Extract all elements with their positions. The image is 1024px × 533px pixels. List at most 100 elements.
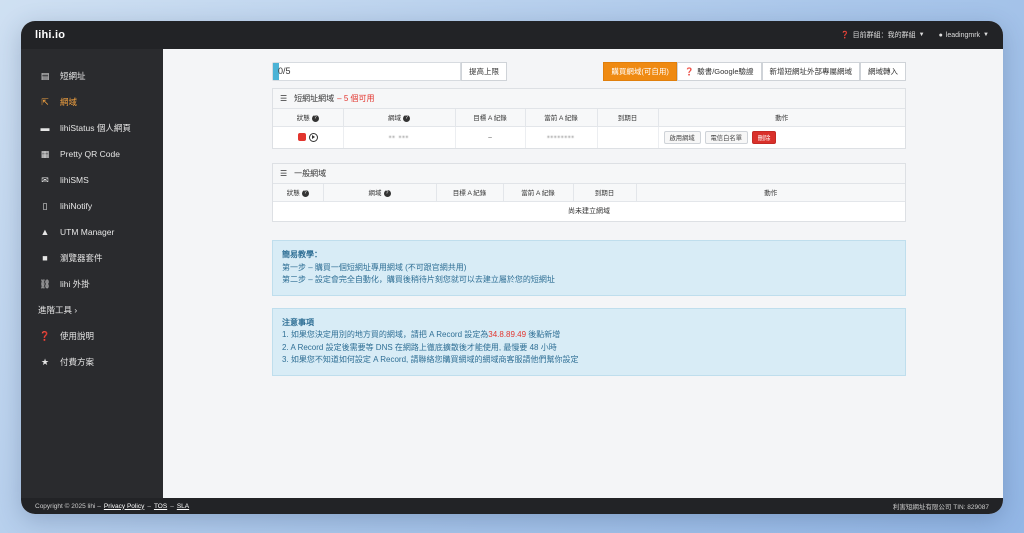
qrcode-icon: ▦	[40, 148, 50, 159]
expiry-cell	[597, 126, 659, 148]
enable-domain-button[interactable]: 啟用網域	[663, 130, 701, 144]
sidebar-item-domain[interactable]: ⇱ 網域	[21, 89, 163, 115]
available-count: – 5 個可用	[337, 94, 375, 103]
tag-icon: ▲	[40, 227, 50, 237]
current-a-cell: ▪▪▪▪▪▪▪▪	[525, 126, 598, 148]
list-icon: ☰	[280, 169, 288, 178]
col-actions: 動作	[658, 109, 905, 127]
short-domain-table: 狀態? 網域? 目標 A 紀錄 當前 A 紀錄 到期日 動作 ▪▪ ▪▪▪ – …	[273, 109, 905, 148]
sidebar-item-label: Pretty QR Code	[60, 149, 120, 159]
sidebar-item-lihistatus[interactable]: ▬ lihiStatus 個人網頁	[21, 115, 163, 141]
status-cell	[273, 126, 344, 148]
notice-line-3: 3. 如果您不知道如何設定 A Record, 請聯絡您購買網域的網域商客服請他…	[282, 355, 579, 364]
sidebar-item-short-url[interactable]: ▤ 短網址	[21, 63, 163, 89]
sidebar-advanced-tools[interactable]: 進階工具 ›	[21, 297, 163, 323]
sidebar-item-label: 進階工具 ›	[38, 305, 78, 315]
sidebar-item-label: 使用說明	[60, 331, 95, 341]
table-row: ▪▪ ▪▪▪ – ▪▪▪▪▪▪▪▪ 啟用網域 電信白名單 刪除	[273, 126, 905, 148]
user-menu[interactable]: ● leadingmrk ▼	[939, 32, 989, 39]
top-navbar: lihi.io ❓ 目前群組：我的群組 ▼ ● leadingmrk ▼	[21, 21, 1003, 49]
domain-cell: ▪▪ ▪▪▪	[343, 126, 456, 148]
col-status: 狀態?	[273, 184, 324, 202]
sidebar-item-lihinotify[interactable]: ▯ lihiNotify	[21, 193, 163, 219]
tutorial-box: 簡易教學： 第一步 – 購買一個短網址專用網域 (不可跟官網共用) 第二步 – …	[272, 240, 906, 296]
link-icon: ⛓	[39, 278, 51, 289]
star-icon: ★	[40, 356, 50, 367]
sidebar-item-label: 網域	[60, 97, 78, 107]
buy-domain-button[interactable]: 購買網域(可自用)	[603, 61, 677, 81]
sidebar-item-lihi-plugin[interactable]: ⛓ lihi 外掛	[21, 271, 163, 297]
list-icon: ☰	[280, 94, 288, 103]
verify-button[interactable]: ❓ 驗書/Google驗證	[676, 61, 762, 81]
sidebar-item-pricing[interactable]: ★ 付費方案	[21, 349, 163, 375]
sidebar-item-qrcode[interactable]: ▦ Pretty QR Code	[21, 141, 163, 167]
user-label: leadingmrk	[945, 31, 981, 39]
col-domain: 網域?	[323, 184, 437, 202]
quota-text: 0/5	[278, 66, 291, 76]
panel-title: 短網址網域	[294, 94, 335, 103]
sidebar-item-label: lihiNotify	[60, 201, 93, 211]
sidebar-item-label: 短網址	[60, 71, 86, 81]
sidebar-item-label: lihiStatus 個人網頁	[60, 123, 131, 133]
telecom-whitelist-button[interactable]: 電信白名單	[704, 130, 748, 144]
general-domain-table: 狀態? 網域? 目標 A 紀錄 當前 A 紀錄 到期日 動作 尚未建立網域	[273, 184, 905, 221]
panel-title: 一般網域	[294, 169, 327, 178]
col-target-a: 目標 A 紀錄	[455, 109, 526, 127]
brand-logo[interactable]: lihi.io	[35, 29, 65, 41]
stop-icon[interactable]	[297, 133, 306, 142]
tos-link[interactable]: TOS	[154, 503, 167, 510]
main-content: 0/5 提高上限 購買網域(可自用) ❓ 驗書/Google驗證 新增短網址外部…	[163, 49, 1003, 498]
privacy-link[interactable]: Privacy Policy	[104, 503, 144, 510]
empty-row: 尚未建立網域	[273, 201, 905, 221]
sidebar-item-lihisms[interactable]: ✉ lihiSMS	[21, 167, 163, 193]
sidebar-item-browser-extension[interactable]: ■ 瀏覽器套件	[21, 245, 163, 271]
group-label: 目前群組：我的群組	[852, 32, 916, 39]
col-status: 狀態?	[273, 109, 344, 127]
raise-limit-button[interactable]: 提高上限	[461, 61, 507, 81]
quota-group: 0/5 提高上限	[272, 61, 507, 81]
group-switcher[interactable]: ❓ 目前群組：我的群組 ▼	[841, 30, 925, 40]
caret-down-icon: ▼	[983, 32, 989, 38]
list-icon: ▤	[40, 70, 50, 81]
notice-line-2: 2. A Record 設定後需要等 DNS 在網路上徹底擴散後才能使用, 最慢…	[282, 342, 557, 352]
notice-box: 注意事項 1. 如果您決定用別的地方買的網域，請把 A Record 設定為34…	[272, 307, 906, 376]
footer: Copyright © 2025 lihi – Privacy Policy –…	[21, 498, 1003, 514]
sidebar-item-help[interactable]: ❓ 使用說明	[21, 323, 163, 349]
col-current-a: 當前 A 紀錄	[503, 184, 574, 202]
play-icon[interactable]	[308, 132, 318, 142]
sidebar: ▤ 短網址 ⇱ 網域 ▬ lihiStatus 個人網頁 ▦ Pretty QR…	[21, 49, 163, 498]
mobile-icon: ▯	[42, 200, 48, 211]
col-expiry: 到期日	[597, 109, 659, 127]
general-domain-panel: ☰ 一般網域 狀態? 網域? 目標 A 紀錄 當前 A 紀錄 到期日 動作 尚未…	[272, 163, 906, 222]
col-domain: 網域?	[343, 109, 456, 127]
app-window: lihi.io ❓ 目前群組：我的群組 ▼ ● leadingmrk ▼ ▤ 短…	[21, 21, 1003, 514]
target-a-cell: –	[455, 126, 526, 148]
help-icon[interactable]: ?	[301, 190, 309, 198]
sidebar-item-label: lihi 外掛	[60, 279, 90, 289]
sla-link[interactable]: SLA	[177, 503, 189, 510]
question-icon: ❓	[840, 32, 850, 39]
add-external-domain-button[interactable]: 新增短網址外部專屬網域	[761, 61, 860, 81]
help-icon[interactable]: ?	[311, 115, 319, 123]
help-icon[interactable]: ?	[383, 190, 391, 198]
a-record-ip: 34.8.89.49	[488, 330, 527, 339]
col-expiry: 到期日	[573, 184, 637, 202]
col-actions: 動作	[636, 184, 905, 202]
help-icon[interactable]: ?	[403, 115, 410, 123]
delete-button[interactable]: 刪除	[751, 130, 777, 144]
tutorial-step-2: 第二步 – 設定會完全自動化，購買後稍待片刻您就可以去建立屬於您的短網址	[282, 275, 555, 284]
envelope-icon: ✉	[41, 174, 49, 185]
empty-message: 尚未建立網域	[568, 208, 610, 216]
tutorial-step-1: 第一步 – 購買一個短網址專用網域 (不可跟官網共用)	[282, 262, 467, 272]
sidebar-item-label: 瀏覽器套件	[60, 253, 103, 263]
sidebar-item-utm-manager[interactable]: ▲ UTM Manager	[21, 219, 163, 245]
question-icon: ❓	[39, 330, 51, 341]
sidebar-item-label: lihiSMS	[60, 175, 89, 185]
sidebar-item-label: 付費方案	[60, 357, 95, 367]
transfer-domain-button[interactable]: 網域轉入	[860, 61, 906, 81]
question-icon: ❓	[684, 66, 695, 76]
company-info: 利害短網址有限公司 TIN: 829087	[892, 504, 989, 511]
notice-line-1: 1. 如果您決定用別的地方買的網域，請把 A Record 設定為34.8.89…	[282, 330, 561, 339]
notice-title: 注意事項	[282, 317, 314, 327]
col-target-a: 目標 A 紀錄	[436, 184, 504, 202]
